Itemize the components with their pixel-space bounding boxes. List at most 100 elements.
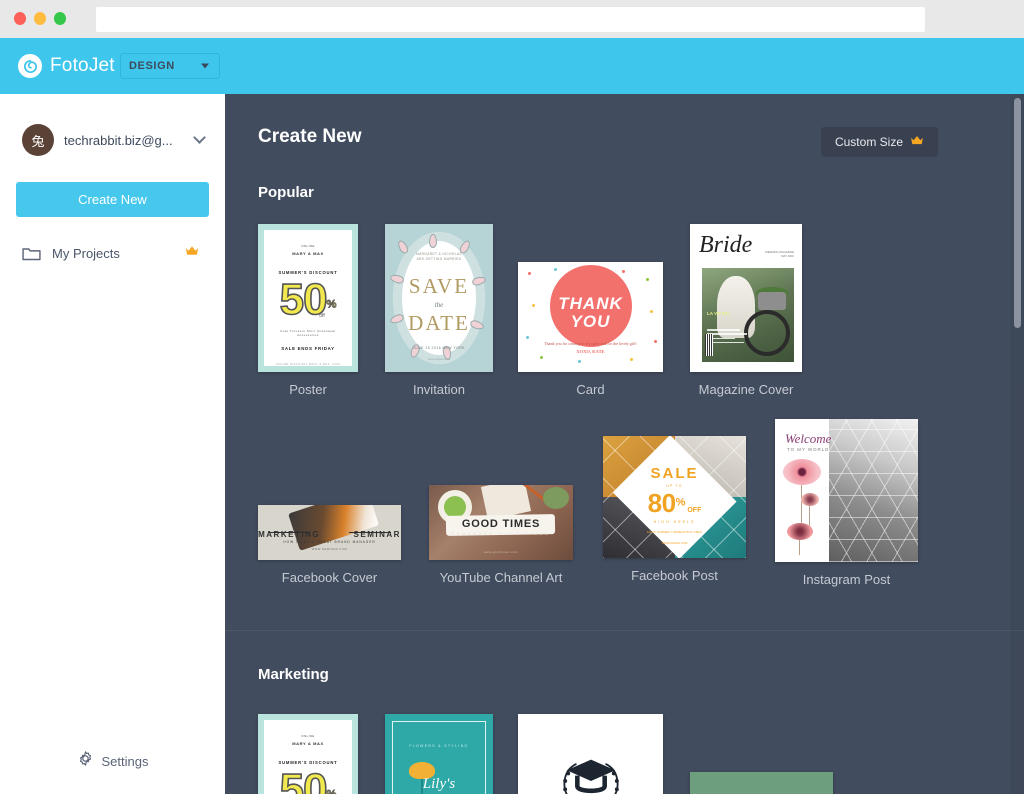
account-switcher[interactable]: 兔 techrabbit.biz@g... (22, 124, 206, 156)
template-card-instagram-post[interactable]: Welcome TO MY WORLD Instagram Post (775, 419, 918, 587)
template-label: Facebook Post (631, 568, 718, 583)
fbpost-url: WWW.SHOES.COM (661, 541, 688, 546)
template-card-green-ornament[interactable] (690, 772, 833, 794)
template-thumbnail (518, 714, 663, 794)
invitation-when: JUNE 25 2016 NEW YORK (413, 346, 465, 351)
fbcover-subtitle: HOW TO BE A GREAT BRAND MANAGER (283, 539, 376, 544)
card-note: Thank you for coming to my party and for… (544, 341, 637, 346)
template-label: Facebook Cover (281, 570, 378, 585)
settings-label: Settings (101, 753, 149, 769)
template-card-facebook-post[interactable]: SALE UP TO 80%OFF HIGH HEELS ENJOY SUMME… (603, 436, 746, 583)
magazine-sub2: MAY 2016 (781, 254, 794, 259)
custom-size-label: Custom Size (834, 135, 903, 149)
poster-online: ONLINE (301, 244, 315, 248)
template-thumbnail: ONLINE MARY & MAX SUMMER'S DISCOUNT 50% … (258, 224, 358, 372)
browser-chrome (0, 0, 1024, 38)
page-title: Create New (258, 126, 362, 147)
invitation-top-line2: ARE GETTING MARRIED (416, 257, 462, 262)
template-card-invitation[interactable]: MARGARET & NICHOLAS ARE GETTING MARRIED … (385, 224, 493, 397)
card-thank: THANK (558, 294, 623, 313)
sidebar-item-settings[interactable]: Settings (0, 750, 225, 772)
lily-subtitle: FLOWERS & STYLING (409, 744, 469, 748)
folder-icon (22, 246, 41, 261)
youtube-subtitle: REMEMBER GOOD TIMES (451, 531, 551, 536)
window-traffic-lights (14, 12, 66, 25)
template-thumbnail: FLOWERS & STYLING Lily's Flower Shop (385, 714, 493, 794)
fbpost-sale: SALE (650, 465, 699, 483)
poster-brand: MARY & MAX (292, 741, 324, 746)
fotojet-swirl-icon (18, 54, 42, 78)
template-card-youtube-channel-art[interactable]: GOOD TIMES REMEMBER GOOD TIMES www.goodt… (429, 485, 573, 585)
minimize-window-button[interactable] (34, 12, 46, 25)
template-label: Card (576, 382, 605, 397)
template-thumbnail: Welcome TO MY WORLD (775, 419, 918, 562)
magazine-badge: LA VIE EN (707, 311, 729, 316)
sidebar-item-label: My Projects (52, 245, 120, 261)
section-heading-popular: Popular (258, 184, 314, 201)
poster-big-number: 50 (279, 765, 329, 794)
template-card-facebook-cover[interactable]: MARKETING SEMINAR HOW TO BE A GREAT BRAN… (258, 505, 401, 585)
poster-brand: MARY & MAX (292, 251, 324, 256)
template-card-lily-flower-shop[interactable]: FLOWERS & STYLING Lily's Flower Shop (385, 714, 493, 794)
invitation-url: www.margaret.com (427, 358, 451, 362)
magazine-title: Bride (699, 232, 753, 258)
template-thumbnail: MARGARET & NICHOLAS ARE GETTING MARRIED … (385, 224, 493, 372)
chevron-down-icon (193, 131, 206, 144)
template-thumbnail: GOOD TIMES REMEMBER GOOD TIMES www.goodt… (429, 485, 573, 560)
fbpost-off: OFF (687, 507, 702, 515)
design-mode-dropdown[interactable]: DESIGN (120, 53, 220, 79)
template-thumbnail (690, 772, 833, 794)
fbpost-percent: % (675, 496, 686, 509)
poster-percent: % (326, 298, 337, 311)
vertical-scrollbar[interactable] (1010, 94, 1024, 794)
brand-name: FotoJet (50, 55, 115, 76)
template-label: YouTube Channel Art (439, 570, 563, 585)
template-thumbnail: Bride WEDDING MAGAZINE MAY 2016 LA VIE E… (690, 224, 802, 372)
section-divider (225, 630, 1024, 631)
avatar: 兔 (22, 124, 54, 156)
template-card-card[interactable]: THANK YOU Thank you for coming to my par… (518, 262, 663, 397)
brand[interactable]: FotoJet (18, 54, 115, 78)
template-card-magazine-cover[interactable]: Bride WEDDING MAGAZINE MAY 2016 LA VIE E… (690, 224, 802, 397)
template-thumbnail: SALE UP TO 80%OFF HIGH HEELS ENJOY SUMME… (603, 436, 746, 558)
poster-ends: SALE ENDS FRIDAY (281, 345, 335, 351)
invitation-save: SAVE (408, 274, 470, 299)
address-bar[interactable] (96, 7, 925, 32)
create-new-button[interactable]: Create New (16, 182, 209, 217)
fbpost-note: ENJOY SUMMER, THE BEAUTIFUL TIMES (647, 530, 702, 535)
chevron-down-icon (201, 63, 209, 69)
template-label: Invitation (412, 382, 466, 397)
fbpost-number: 80 (647, 488, 676, 519)
template-card-marketing-poster[interactable]: ONLINE MARY & MAX SUMMER'S DISCOUNT 50% … (258, 714, 358, 794)
graduation-cap-laurel-icon (553, 748, 629, 794)
section-heading-marketing: Marketing (258, 666, 329, 683)
template-thumbnail: THANK YOU Thank you for coming to my par… (518, 262, 663, 372)
poster-items: Coat Trousers Shirt Underwear Accessorie… (280, 328, 336, 337)
youtube-title: GOOD TIMES (461, 518, 541, 530)
template-card-poster[interactable]: ONLINE MARY & MAX SUMMER'S DISCOUNT 50% … (258, 224, 358, 397)
poster-url: ONLINE DISCOUNT MARY & MAX .COM (276, 362, 340, 366)
invitation-date: DATE (408, 311, 470, 336)
sidebar: 兔 techrabbit.biz@g... Create New My Proj… (0, 94, 225, 794)
youtube-url: www.goodtimes.com (484, 551, 518, 554)
maximize-window-button[interactable] (54, 12, 66, 25)
main-content: Create New Custom Size Popular ONLINE MA… (225, 94, 1024, 794)
crown-icon (185, 244, 199, 262)
close-window-button[interactable] (14, 12, 26, 25)
fbcover-url: WWW.SEMINAR.COM (311, 547, 348, 551)
instagram-welcome: Welcome (785, 431, 832, 446)
design-mode-label: DESIGN (129, 60, 175, 72)
card-you: YOU (570, 311, 611, 331)
card-signature: XOXO, KATE (576, 349, 605, 354)
gear-icon (77, 750, 94, 772)
template-card-graduation-logo[interactable] (518, 714, 663, 794)
scrollbar-thumb[interactable] (1014, 98, 1021, 328)
template-label: Instagram Post (802, 572, 891, 587)
template-thumbnail: MARKETING SEMINAR HOW TO BE A GREAT BRAN… (258, 505, 401, 560)
sidebar-item-my-projects[interactable]: My Projects (22, 240, 207, 266)
template-label: Magazine Cover (698, 382, 794, 397)
instagram-subtitle: TO MY WORLD (787, 447, 830, 452)
poster-online: ONLINE (301, 734, 315, 738)
account-email: techrabbit.biz@g... (64, 132, 173, 148)
custom-size-button[interactable]: Custom Size (820, 127, 938, 157)
